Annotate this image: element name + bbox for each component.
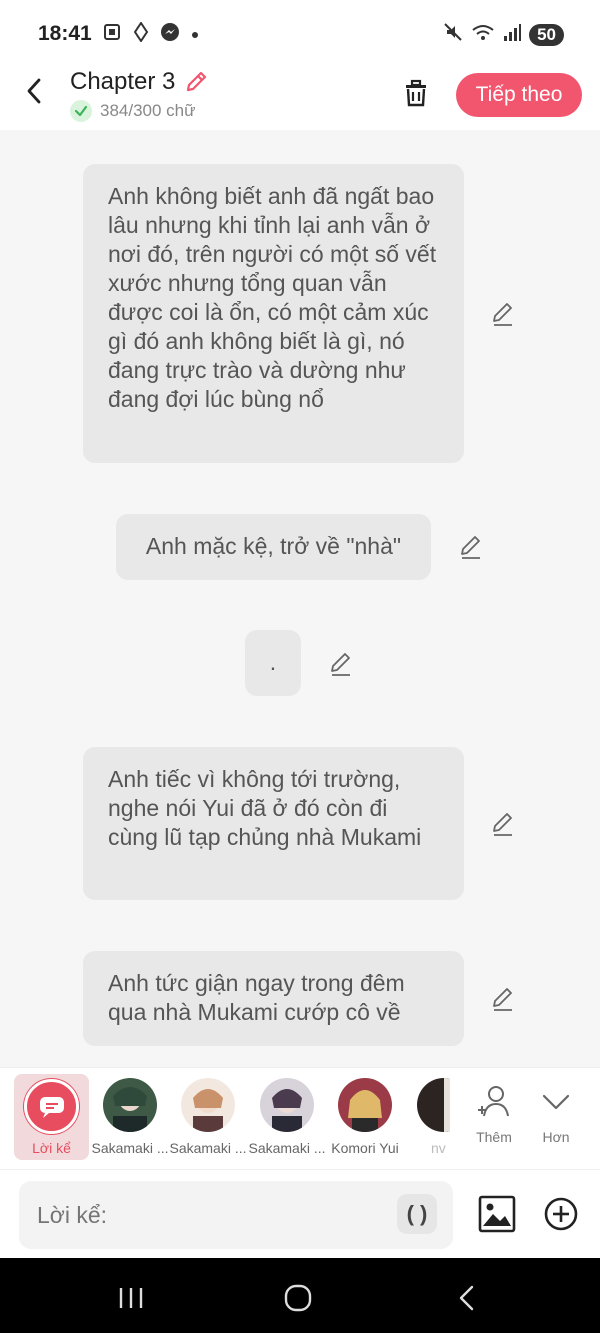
character-bar: Lời kể Sakamaki ... Sakamaki ... Sakamak… <box>0 1067 600 1169</box>
recent-apps-button[interactable] <box>116 1283 146 1313</box>
chapter-content[interactable]: Anh không biết anh đã ngất bao lâu nhưng… <box>0 130 600 1067</box>
word-count-row: 384/300 chữ <box>70 100 196 122</box>
status-time: 18:41 <box>38 22 92 45</box>
character-item[interactable]: Komori Yui <box>325 1078 405 1156</box>
status-bar: 18:41 50 <box>0 0 600 64</box>
avatar <box>417 1078 450 1132</box>
character-name: Komori Yui <box>331 1140 399 1156</box>
next-button[interactable]: Tiếp theo <box>456 73 582 117</box>
editor-header: Chapter 3 384/300 chữ Tiếp theo <box>0 64 600 130</box>
image-button[interactable] <box>478 1195 516 1233</box>
character-name: Sakamaki ... <box>91 1140 169 1156</box>
plus-circle-icon <box>544 1197 578 1231</box>
messenger-icon <box>160 22 180 47</box>
edit-title-icon[interactable] <box>183 69 209 95</box>
avatar <box>260 1078 314 1132</box>
system-nav-bar <box>0 1258 600 1333</box>
character-item[interactable]: Sakamaki ... <box>168 1078 248 1156</box>
message-bubble[interactable]: Anh không biết anh đã ngất bao lâu nhưng… <box>83 164 464 463</box>
chapter-title: Chapter 3 <box>70 68 176 95</box>
mute-icon <box>443 22 463 47</box>
status-left-icons <box>102 21 200 47</box>
message-bubble[interactable]: Anh mặc kệ, trở về "nhà" <box>116 514 431 580</box>
message-bubble[interactable]: . <box>245 630 301 696</box>
edit-message-icon[interactable] <box>490 986 516 1012</box>
character-name: Sakamaki ... <box>169 1140 247 1156</box>
narrator-label: Lời kể <box>32 1140 71 1156</box>
character-item[interactable]: Sakamaki ... <box>247 1078 327 1156</box>
avatar <box>103 1078 157 1132</box>
chevron-left-icon <box>27 78 41 104</box>
less-label: Hơn <box>542 1129 570 1145</box>
chevron-down-icon <box>542 1094 570 1110</box>
home-icon <box>284 1284 312 1312</box>
edit-message-icon[interactable] <box>458 534 484 560</box>
edit-message-icon[interactable] <box>328 651 354 677</box>
status-right-icons: 50 <box>443 22 564 47</box>
edit-message-icon[interactable] <box>490 811 516 837</box>
delete-button[interactable] <box>401 78 431 108</box>
back-icon <box>459 1285 474 1311</box>
character-name: Sakamaki ... <box>248 1140 326 1156</box>
more-label: Thêm <box>476 1129 512 1145</box>
home-button[interactable] <box>283 1283 313 1313</box>
message-bubble[interactable]: Anh tức giận ngay trong đêm qua nhà Muka… <box>83 951 464 1046</box>
image-icon <box>478 1195 516 1233</box>
avatar <box>338 1078 392 1132</box>
wifi-icon <box>471 22 495 47</box>
screenshot-icon <box>102 22 122 47</box>
add-character-button[interactable]: Thêm <box>464 1082 524 1145</box>
word-count: 384/300 chữ <box>100 101 196 120</box>
signal-icon <box>503 22 522 47</box>
battery-indicator: 50 <box>529 23 564 46</box>
collapse-button[interactable]: Hơn <box>526 1082 586 1145</box>
title-row: Chapter 3 <box>70 68 209 96</box>
character-item[interactable]: Sakamaki ... <box>90 1078 170 1156</box>
narrator-icon <box>24 1079 79 1134</box>
trash-icon <box>406 79 426 107</box>
message-bubble[interactable]: Anh tiếc vì không tới trường, nghe nói Y… <box>83 747 464 900</box>
add-button[interactable] <box>543 1196 579 1232</box>
input-bar: ( ) <box>0 1169 600 1258</box>
narrator-button[interactable]: Lời kể <box>14 1074 89 1160</box>
location-icon <box>132 21 150 47</box>
character-name: nv <box>431 1140 446 1156</box>
parenthesis-button[interactable]: ( ) <box>397 1194 437 1234</box>
back-nav-button[interactable] <box>452 1283 482 1313</box>
recent-apps-icon <box>119 1288 143 1308</box>
add-person-icon <box>478 1086 509 1117</box>
check-icon <box>70 100 92 122</box>
narration-input[interactable] <box>19 1181 453 1249</box>
dot-icon <box>190 24 200 45</box>
edit-message-icon[interactable] <box>490 301 516 327</box>
character-item[interactable]: nv <box>400 1078 450 1156</box>
avatar <box>181 1078 235 1132</box>
back-button[interactable] <box>20 76 50 106</box>
